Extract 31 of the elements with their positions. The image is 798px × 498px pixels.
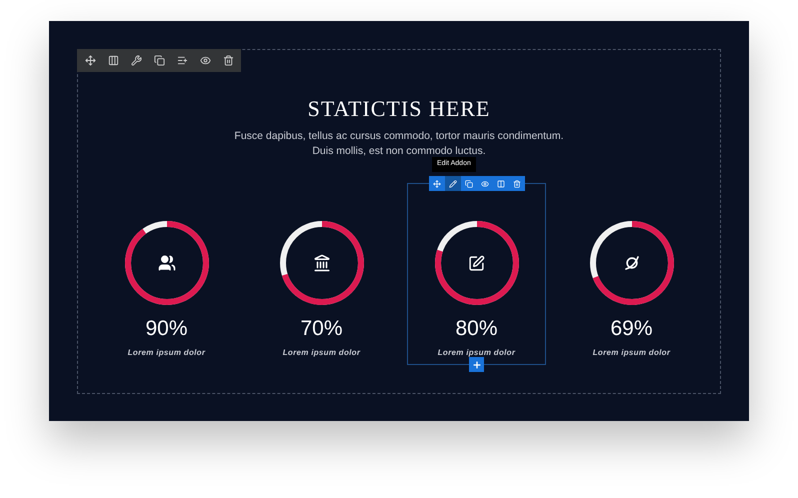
eye-icon [481,180,489,188]
copy-icon [154,55,164,66]
copy-icon [465,180,473,188]
edit-icon [468,254,485,272]
section-subtitle: Duis mollis, est non commodo luctus. [312,144,486,159]
stat-label: Lorem ipsum dolor [592,347,670,359]
stat-value: 70% [300,316,343,342]
columns-icon [497,180,505,188]
tools-icon [130,55,142,66]
eye-icon [200,55,210,66]
trash-icon [222,55,234,66]
move-icon [84,55,96,66]
move-icon [433,180,441,188]
orbit-icon [622,254,640,272]
add-button[interactable] [469,357,484,372]
plus-icon [472,360,482,370]
trash-icon [513,180,521,188]
stat-value: 90% [145,316,188,342]
stat-value: 69% [610,316,653,342]
stat-value: 80% [455,316,498,342]
columns-icon [108,55,118,66]
users-icon [158,254,176,272]
pencil-button[interactable] [445,176,461,191]
bank-icon [312,254,330,272]
stat-label: Lorem ipsum dolor [128,347,206,359]
list-icon [176,55,188,66]
section-subtitle: Fusce dapibus, tellus ac cursus commodo, tortor mauris condimentum. [234,129,564,144]
stat-label: Lorem ipsum dolor [282,347,360,359]
stat-label: Lorem ipsum dolor [438,347,516,359]
section-title: STATICTIS HERE [308,95,490,123]
pencil-icon [449,180,457,188]
